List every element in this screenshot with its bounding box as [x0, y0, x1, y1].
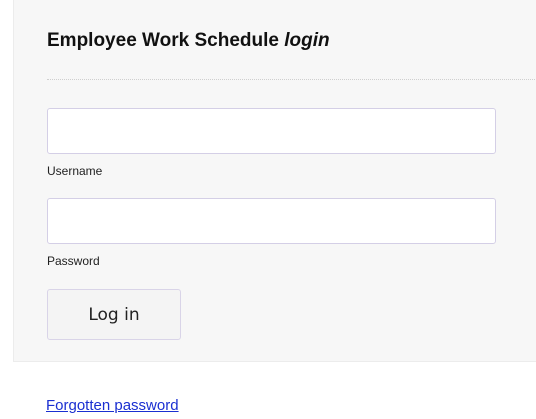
- login-page: Employee Work Schedule login Username Pa…: [0, 0, 536, 419]
- page-title-main: Employee Work Schedule: [47, 30, 285, 51]
- login-button[interactable]: Log in: [47, 289, 181, 340]
- login-panel: Employee Work Schedule login Username Pa…: [13, 0, 536, 362]
- password-label: Password: [47, 254, 100, 268]
- title-divider: [47, 79, 536, 80]
- page-title: Employee Work Schedule login: [47, 30, 330, 52]
- username-label: Username: [47, 164, 103, 178]
- forgotten-password-link[interactable]: Forgotten password: [46, 398, 179, 413]
- page-title-emphasis: login: [284, 30, 330, 51]
- username-input[interactable]: [47, 108, 496, 154]
- password-input[interactable]: [47, 198, 496, 244]
